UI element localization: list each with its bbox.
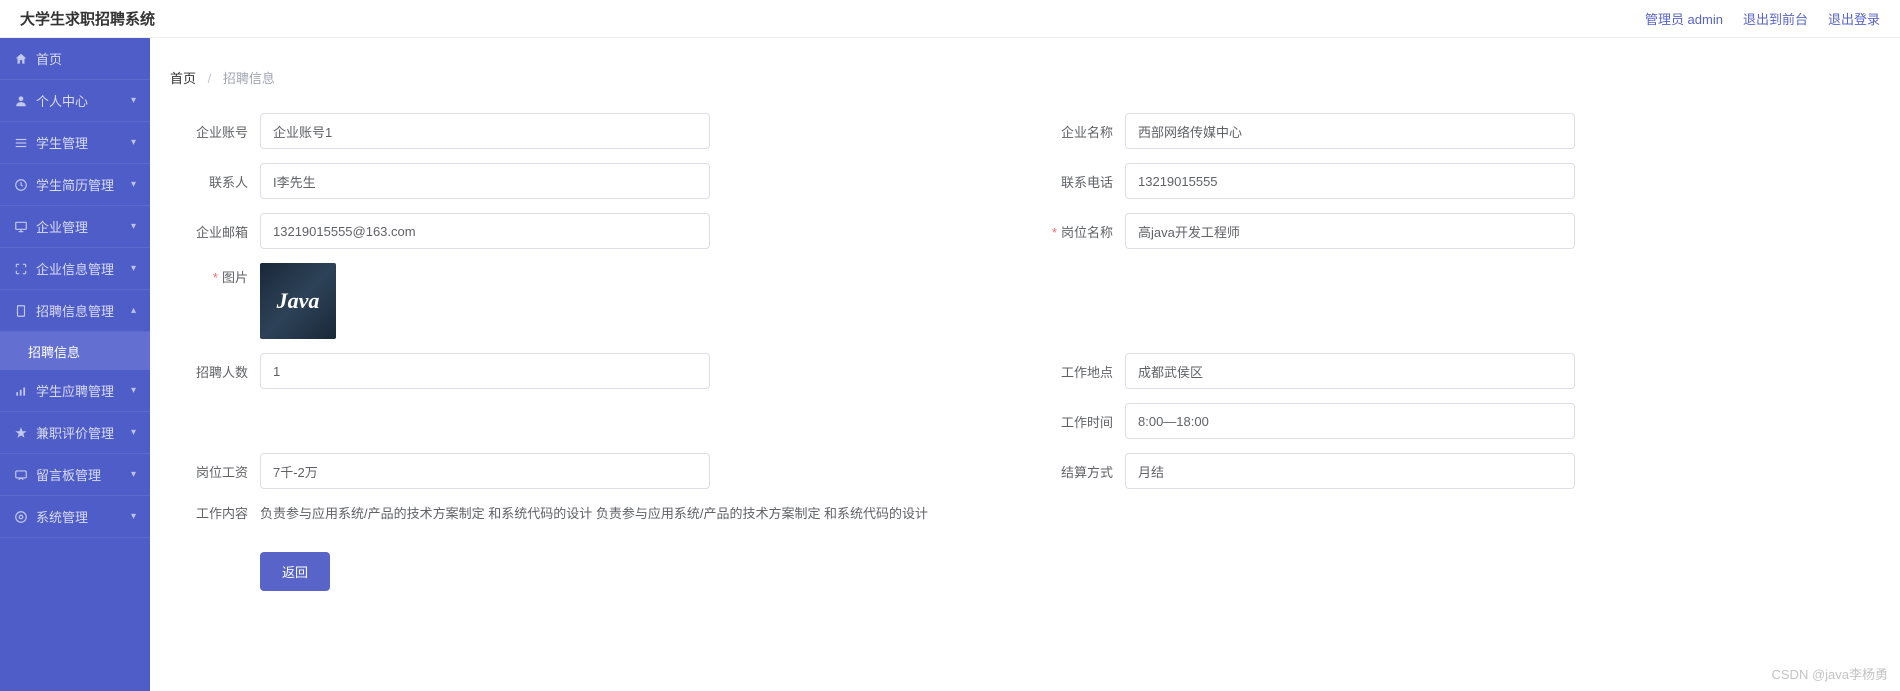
location-label: 工作地点 [1035,362,1125,381]
sidebar-item-recruit[interactable]: 招聘信息管理 ▴ [0,290,150,332]
contact-label: 联系人 [170,172,260,191]
chevron-down-icon: ▾ [131,221,136,232]
sidebar-item-label: 学生简历管理 [36,175,114,194]
user-icon [14,94,28,108]
image-label: *图片 [170,263,260,286]
chevron-down-icon: ▾ [131,427,136,438]
main-content: 首页 / 招聘信息 企业账号 企业名称 联系人 联系电话 [150,38,1900,691]
header: 大学生求职招聘系统 管理员 admin 退出到前台 退出登录 [0,0,1900,38]
sidebar-item-label: 首页 [36,49,62,68]
chevron-down-icon: ▾ [131,263,136,274]
worktime-label: 工作时间 [1035,412,1125,431]
sidebar-item-label: 系统管理 [36,507,88,526]
logout-link[interactable]: 退出登录 [1828,9,1880,28]
phone-input[interactable] [1125,163,1575,199]
chevron-up-icon: ▴ [131,305,136,316]
sidebar-item-label: 招聘信息管理 [36,301,114,320]
content-label: 工作内容 [170,503,260,522]
star-icon [14,426,28,440]
sidebar-item-label: 学生应聘管理 [36,381,114,400]
sidebar-item-resume[interactable]: 学生简历管理 ▾ [0,164,150,206]
user-link[interactable]: 管理员 admin [1645,9,1723,28]
chart-icon [14,384,28,398]
company-account-label: 企业账号 [170,122,260,141]
sidebar-item-label: 兼职评价管理 [36,423,114,442]
sidebar-subitem-recruit-info[interactable]: 招聘信息 [0,332,150,370]
image-preview[interactable]: Java [260,263,336,339]
menu-icon [14,136,28,150]
chevron-down-icon: ▾ [131,469,136,480]
salary-label: 岗位工资 [170,462,260,481]
position-label: *岗位名称 [1035,222,1125,241]
breadcrumb-current: 招聘信息 [223,71,275,86]
sidebar-item-label: 个人中心 [36,91,88,110]
sidebar-item-students[interactable]: 学生管理 ▾ [0,122,150,164]
back-button[interactable]: 返回 [260,552,330,591]
email-label: 企业邮箱 [170,222,260,241]
salary-input[interactable] [260,453,710,489]
sidebar-item-review[interactable]: 兼职评价管理 ▾ [0,412,150,454]
headcount-label: 招聘人数 [170,362,260,381]
settle-label: 结算方式 [1035,462,1125,481]
sidebar-item-label: 企业信息管理 [36,259,114,278]
home-icon [14,52,28,66]
chevron-down-icon: ▾ [131,179,136,190]
header-right: 管理员 admin 退出到前台 退出登录 [1645,9,1880,28]
chevron-down-icon: ▾ [131,95,136,106]
company-account-input[interactable] [260,113,710,149]
company-name-input[interactable] [1125,113,1575,149]
phone-label: 联系电话 [1035,172,1125,191]
monitor-icon [14,220,28,234]
expand-icon [14,262,28,276]
exit-front-link[interactable]: 退出到前台 [1743,9,1808,28]
message-icon [14,468,28,482]
email-input[interactable] [260,213,710,249]
sidebar-item-apply[interactable]: 学生应聘管理 ▾ [0,370,150,412]
file-icon [14,304,28,318]
sidebar-item-home[interactable]: 首页 [0,38,150,80]
settle-input[interactable] [1125,453,1575,489]
contact-input[interactable] [260,163,710,199]
headcount-input[interactable] [260,353,710,389]
sidebar-item-system[interactable]: 系统管理 ▾ [0,496,150,538]
sidebar-item-label: 学生管理 [36,133,88,152]
chevron-down-icon: ▾ [131,385,136,396]
sidebar-item-label: 留言板管理 [36,465,101,484]
breadcrumb-home[interactable]: 首页 [170,71,196,86]
content-text: 负责参与应用系统/产品的技术方案制定 和系统代码的设计 负责参与应用系统/产品的… [260,503,928,522]
app-title: 大学生求职招聘系统 [20,8,155,29]
position-input[interactable] [1125,213,1575,249]
company-name-label: 企业名称 [1035,122,1125,141]
sidebar: 首页 个人中心 ▾ 学生管理 ▾ 学生简历管理 ▾ [0,38,150,691]
sidebar-item-profile[interactable]: 个人中心 ▾ [0,80,150,122]
location-input[interactable] [1125,353,1575,389]
chevron-down-icon: ▾ [131,137,136,148]
sidebar-item-company-info[interactable]: 企业信息管理 ▾ [0,248,150,290]
gear-icon [14,510,28,524]
worktime-input[interactable] [1125,403,1575,439]
chevron-down-icon: ▾ [131,511,136,522]
sidebar-item-label: 企业管理 [36,217,88,236]
breadcrumb: 首页 / 招聘信息 [170,58,1880,113]
clock-icon [14,178,28,192]
sidebar-item-company[interactable]: 企业管理 ▾ [0,206,150,248]
breadcrumb-separator: / [208,71,212,86]
sidebar-item-board[interactable]: 留言板管理 ▾ [0,454,150,496]
